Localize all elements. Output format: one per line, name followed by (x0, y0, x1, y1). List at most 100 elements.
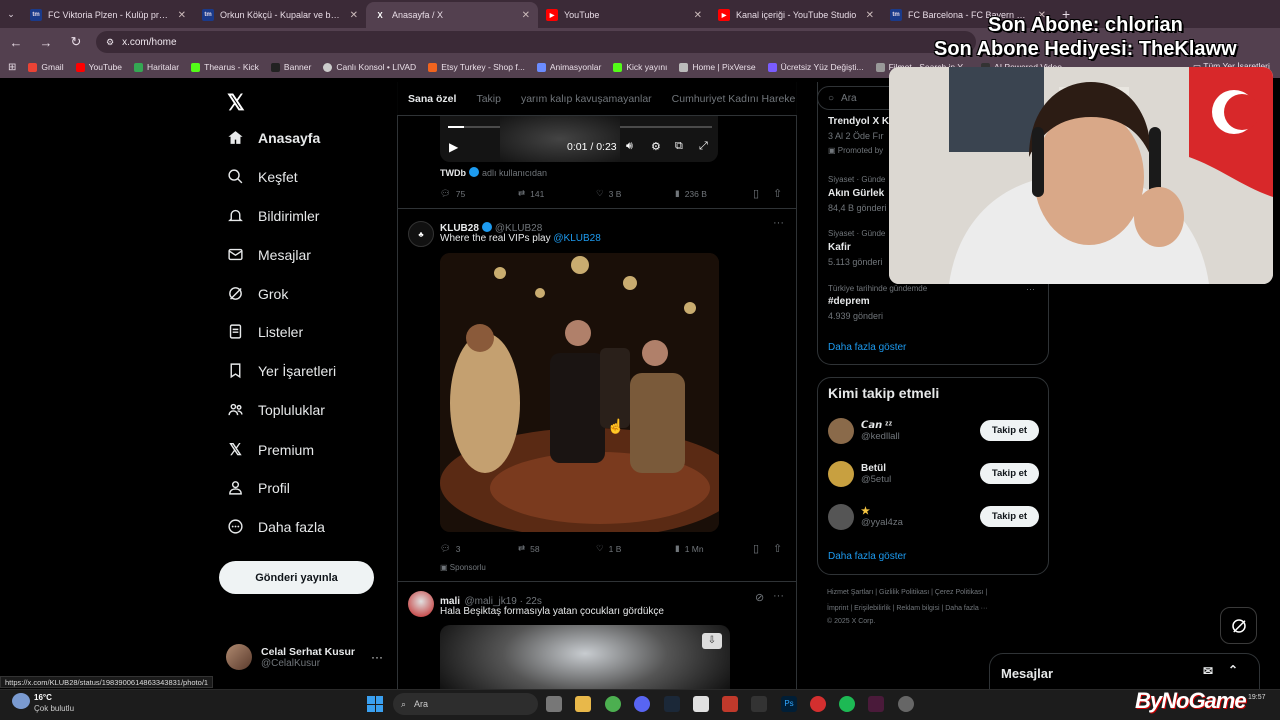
tab-list-2[interactable]: Cumhuriyet Kadını Hareke (672, 93, 796, 105)
nav-messages[interactable]: Mesajlar (227, 246, 311, 263)
suggestion-row[interactable]: 𝘾𝙖𝙣 ᶻᶻ @kedllall (828, 418, 900, 444)
avatar[interactable] (408, 591, 434, 617)
browser-tab[interactable]: ▶ YouTube ✕ (538, 2, 710, 28)
suggestion-row[interactable]: Betül @5etul (828, 461, 891, 487)
bookmark-item[interactable]: Home | PixVerse (679, 62, 756, 72)
tab-for-you[interactable]: Sana özel (408, 93, 456, 105)
bookmark-icon[interactable]: ▯ (753, 542, 759, 555)
messages-drawer[interactable]: Mesajlar ✉ ⌃ (989, 653, 1260, 693)
nav-more[interactable]: Daha fazla (227, 518, 325, 535)
repost-button[interactable]: ⇄ 58 (518, 543, 540, 554)
nav-notifications[interactable]: Bildirimler (227, 207, 319, 224)
share-icon[interactable]: ⇧ (773, 187, 782, 200)
close-icon[interactable]: ✕ (350, 10, 358, 21)
tab-following[interactable]: Takip (476, 93, 501, 105)
bookmark-item[interactable]: Etsy Turkey - Shop f... (428, 62, 525, 72)
nav-grok[interactable]: Grok (227, 285, 288, 302)
source-name[interactable]: TWDb (440, 168, 466, 178)
views-button[interactable]: ▮ 1 Mn (675, 543, 704, 554)
expand-icon[interactable]: ⌃ (1228, 663, 1238, 677)
more-icon[interactable]: ··· (1026, 284, 1035, 294)
more-icon[interactable]: ··· (773, 217, 784, 229)
like-button[interactable]: ♡ 1 B (596, 543, 621, 554)
fullscreen-icon[interactable]: ⤢ (699, 140, 708, 153)
tab-list-icon[interactable]: ⌄ (0, 9, 22, 20)
download-icon[interactable]: ⇩ (702, 633, 722, 649)
close-icon[interactable]: ✕ (522, 10, 530, 21)
chrome-icon[interactable] (605, 696, 621, 712)
trend-title[interactable]: Kafir (828, 242, 851, 253)
more-icon[interactable]: ··· (773, 590, 784, 602)
apps-icon[interactable]: ⊞ (8, 62, 16, 73)
reply-button[interactable]: 💬︎ 75 (440, 188, 465, 199)
more-icon[interactable]: ··· (371, 650, 383, 664)
follow-button[interactable]: Takip et (980, 463, 1039, 484)
browser-tab[interactable]: tm Orkun Kökçü - Kupalar ve başarı ✕ (194, 2, 366, 28)
follow-button[interactable]: Takip et (980, 506, 1039, 527)
suggestion-row[interactable]: ★ @yyal4za (828, 504, 903, 530)
back-icon[interactable]: ← (6, 35, 26, 50)
share-icon[interactable]: ⇧ (773, 542, 782, 555)
bookmark-item[interactable]: Canlı Konsol • LIVAD (323, 62, 416, 72)
close-icon[interactable]: ✕ (694, 10, 702, 21)
play-icon[interactable]: ▶ (449, 140, 458, 154)
forward-icon[interactable]: → (36, 35, 56, 50)
bookmark-icon[interactable]: ▯ (753, 187, 759, 200)
like-button[interactable]: ♡ 3 B (596, 188, 621, 199)
reply-button[interactable]: 💬︎ 3 (440, 543, 461, 554)
tab-list-1[interactable]: yarım kalıp kavuşamayanlar (521, 93, 652, 105)
url-field[interactable]: ⚙ x.com/home (96, 31, 976, 53)
views-button[interactable]: ▮ 236 B (675, 188, 707, 199)
x-logo-icon[interactable]: 𝕏 (227, 90, 245, 116)
bookmark-item[interactable]: Thearus - Kick (191, 62, 259, 72)
trend-title[interactable]: Akın Gürlek (828, 188, 884, 199)
video-player[interactable] (440, 116, 718, 162)
reload-icon[interactable]: ↻ (66, 34, 86, 50)
browser-tab[interactable]: ▶ Kanal içeriği - YouTube Studio ✕ (710, 2, 882, 28)
show-more-suggestions-link[interactable]: Daha fazla göster (828, 551, 906, 562)
avatar[interactable]: ♣ (408, 221, 434, 247)
post-image[interactable] (440, 253, 719, 532)
settings-icon[interactable]: ⚙ (651, 140, 661, 153)
browser-tab-active[interactable]: X Anasayfa / X ✕ (366, 2, 538, 28)
app-icon[interactable] (868, 696, 884, 712)
close-icon[interactable]: ✕ (866, 10, 874, 21)
footer-links[interactable]: Hizmet Şartları | Gizlilik Politikası | … (827, 589, 987, 596)
account-switcher[interactable]: Celal Serhat Kusur @CelalKusur (226, 644, 355, 670)
repost-button[interactable]: ⇄ 141 (518, 188, 544, 199)
obs-icon[interactable] (810, 696, 826, 712)
site-info-icon[interactable]: ⚙ (106, 37, 114, 48)
task-view-icon[interactable] (546, 696, 562, 712)
trend-title[interactable]: #deprem (828, 296, 870, 307)
grok-float-button[interactable] (1220, 607, 1257, 644)
steam-icon[interactable] (664, 696, 680, 712)
bookmark-item[interactable]: Animasyonlar (536, 62, 601, 72)
discord-icon[interactable] (634, 696, 650, 712)
app-icon[interactable] (693, 696, 709, 712)
epic-games-icon[interactable] (751, 696, 767, 712)
nav-profile[interactable]: Profil (227, 479, 290, 496)
spotify-icon[interactable] (839, 696, 855, 712)
trend-title[interactable]: Trendyol X Ki (828, 116, 892, 127)
follow-button[interactable]: Takip et (980, 420, 1039, 441)
app-icon[interactable] (898, 696, 914, 712)
new-message-icon[interactable]: ✉ (1203, 664, 1213, 678)
taskbar-search[interactable]: ⌕ Ara (393, 693, 538, 715)
volume-icon[interactable]: 🔊︎ (626, 140, 633, 153)
grok-explain-icon[interactable]: ⊘ (755, 591, 764, 604)
close-icon[interactable]: ✕ (178, 10, 186, 21)
bookmark-item[interactable]: Haritalar (134, 62, 179, 72)
mention-link[interactable]: @KLUB28 (553, 233, 600, 244)
nav-explore[interactable]: Keşfet (227, 168, 298, 185)
pip-icon[interactable]: ⧉ (675, 140, 683, 153)
footer-links[interactable]: İmprint | Erişilebilirlik | Reklam bilgi… (827, 605, 988, 612)
show-more-trends-link[interactable]: Daha fazla göster (828, 342, 906, 353)
windows-start-icon[interactable] (367, 696, 383, 712)
nav-home[interactable]: Anasayfa (227, 129, 320, 146)
nav-lists[interactable]: Listeler (227, 323, 303, 340)
bookmark-item[interactable]: Ücretsiz Yüz Değişti... (767, 62, 864, 72)
nav-bookmarks[interactable]: Yer İşaretleri (227, 362, 336, 379)
file-explorer-icon[interactable] (575, 696, 591, 712)
nav-premium[interactable]: 𝕏 Premium (227, 440, 314, 460)
bookmark-item[interactable]: YouTube (75, 62, 122, 72)
